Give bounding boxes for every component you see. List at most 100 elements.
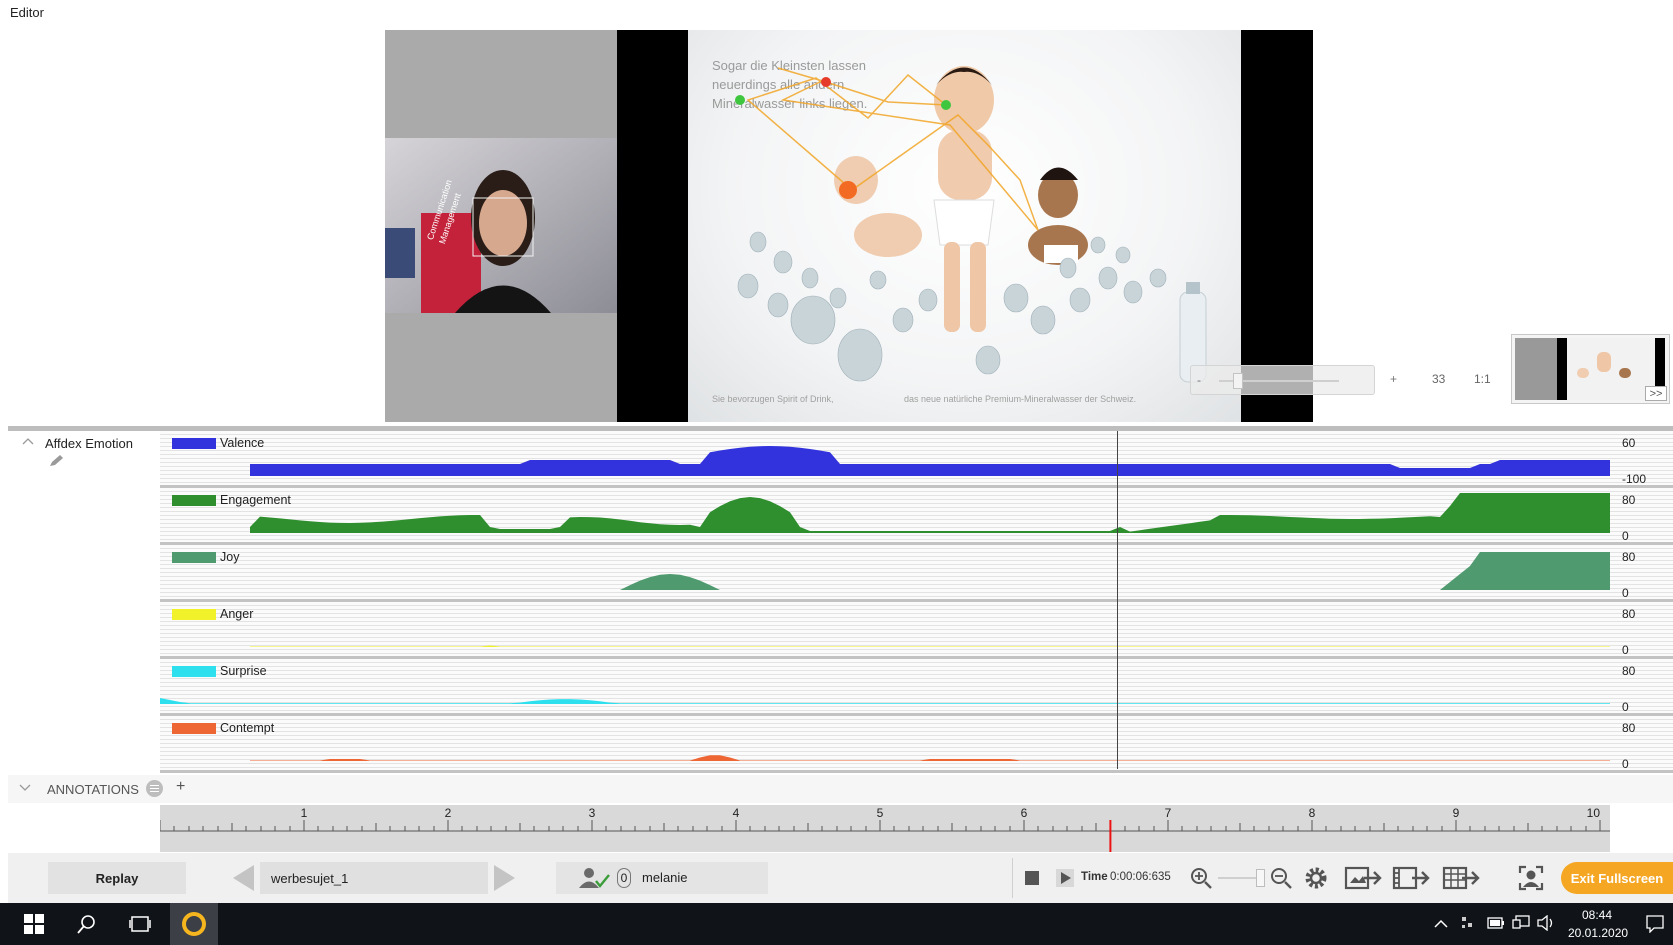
stop-icon[interactable] — [1024, 870, 1040, 886]
emotion-series-valence — [250, 446, 1610, 476]
emotion-axis-min: 0 — [1622, 757, 1629, 771]
legend-swatch — [172, 495, 216, 506]
ruler-label: 5 — [877, 806, 884, 820]
ruler-label: 3 — [589, 806, 596, 820]
battery-icon[interactable] — [1487, 917, 1505, 929]
zoom-in-button[interactable]: + — [1390, 372, 1397, 386]
emotion-row-engagement[interactable]: Engagement 80 0 — [160, 488, 1673, 545]
emotion-series-anger — [250, 645, 1610, 647]
legend-swatch — [172, 609, 216, 620]
emotion-axis-min: 0 — [1622, 700, 1629, 714]
emotion-area-valence — [250, 446, 1610, 476]
participant-count: 0 — [617, 868, 631, 888]
window-title: Editor — [10, 5, 44, 20]
zoom-out-button[interactable]: - — [1197, 373, 1201, 387]
emotion-label: Anger — [220, 607, 254, 621]
add-annotation-button[interactable]: + — [176, 778, 185, 796]
emotion-label: Contempt — [220, 721, 275, 735]
export-data-icon[interactable] — [1442, 864, 1480, 892]
expand-thumbnail-button[interactable]: >> — [1645, 386, 1667, 401]
emotion-row-surprise[interactable]: Surprise 80 0 — [160, 659, 1673, 716]
timeline-zoom-thumb[interactable] — [1256, 869, 1265, 887]
tray-network-app-icon[interactable] — [1460, 915, 1476, 931]
ruler-label: 9 — [1453, 806, 1460, 820]
emotion-area-anger — [250, 645, 1610, 647]
emotion-panel-title: Affdex Emotion — [45, 436, 133, 451]
previous-stimulus-icon[interactable] — [230, 863, 258, 893]
preview-thumbnail[interactable]: >> — [1511, 334, 1670, 404]
participant-name: melanie — [642, 870, 688, 885]
emotion-axis-max: 80 — [1622, 493, 1636, 507]
collapse-chevron-icon[interactable] — [22, 437, 34, 445]
export-image-icon[interactable] — [1344, 864, 1382, 892]
emotion-axis-max: 80 — [1622, 664, 1636, 678]
emotion-graph-area[interactable]: Valence 60 -100 Engagement 80 0 Joy 80 0 Anger 80 0… — [160, 431, 1673, 773]
task-view-icon[interactable] — [116, 903, 164, 945]
volume-icon[interactable] — [1537, 915, 1555, 931]
emotion-area-engagement — [250, 493, 1610, 533]
expand-chevron-icon[interactable] — [19, 784, 31, 792]
emotion-row-joy[interactable]: Joy 80 0 — [160, 545, 1673, 602]
face-tracking-icon[interactable] — [1516, 864, 1546, 892]
emotion-label: Engagement — [220, 493, 291, 507]
timeline-ruler[interactable]: 1 2 3 4 5 6 7 8 9 10 — [159, 805, 1610, 852]
stimulus-name-field[interactable]: werbesujet_1 — [260, 862, 488, 894]
pencil-icon[interactable] — [48, 454, 64, 468]
annotations-menu-icon[interactable] — [146, 780, 163, 797]
emotion-area-joy — [250, 552, 1610, 590]
emotion-axis-min: 0 — [1622, 586, 1629, 600]
ruler-label: 4 — [733, 806, 740, 820]
taskbar-clock[interactable]: 08:44 — [1582, 908, 1612, 922]
time-value: 0:00:06:635 — [1110, 871, 1171, 883]
emotion-row-valence[interactable]: Valence 60 -100 — [160, 431, 1673, 488]
emotion-axis-min: -100 — [1622, 472, 1647, 486]
legend-swatch — [172, 552, 216, 563]
zoom-out-icon[interactable] — [1270, 867, 1292, 889]
exit-fullscreen-button[interactable]: Exit Fullscreen — [1561, 862, 1673, 894]
playhead-line[interactable] — [1117, 431, 1118, 769]
zoom-strip: - — [1190, 365, 1375, 395]
zoom-value: 33 — [1432, 372, 1446, 386]
zoom-in-icon[interactable] — [1190, 867, 1212, 889]
participant-check-icon — [579, 868, 610, 888]
emotion-series-contempt — [250, 755, 1610, 761]
emotion-series-joy — [250, 552, 1610, 590]
emotion-area-contempt — [250, 755, 1610, 761]
search-icon[interactable] — [63, 903, 111, 945]
ruler-label: 6 — [1021, 806, 1028, 820]
zoom-ratio-button[interactable]: 1:1 — [1474, 372, 1491, 386]
webcam-video: Communication Management — [385, 138, 617, 313]
emotion-row-contempt[interactable]: Contempt 80 0 — [160, 716, 1673, 773]
emotion-label: Surprise — [220, 664, 267, 678]
legend-swatch — [172, 666, 216, 677]
zoom-slider-thumb[interactable] — [1233, 373, 1243, 389]
play-icon[interactable] — [1056, 869, 1074, 887]
replay-button[interactable]: Replay — [48, 862, 186, 894]
legend-swatch — [172, 438, 216, 449]
windows-taskbar: 08:44 20.01.2020 — [0, 903, 1673, 945]
network-icon[interactable] — [1512, 915, 1530, 931]
taskbar-date[interactable]: 20.01.2020 — [1568, 926, 1628, 940]
emotion-axis-max: 60 — [1622, 436, 1636, 450]
emotion-series-engagement — [250, 493, 1610, 533]
tray-chevron-up-icon[interactable] — [1434, 919, 1448, 928]
emotion-series-surprise — [160, 698, 1610, 704]
emotion-area-surprise — [160, 698, 1610, 704]
stimulus-footer-right: das neue natürliche Premium-Mineralwasse… — [904, 394, 1137, 404]
participant-selector[interactable]: 0 melanie — [556, 862, 768, 894]
notification-icon[interactable] — [1646, 915, 1664, 933]
windows-start-icon[interactable] — [10, 903, 58, 945]
next-stimulus-icon[interactable] — [490, 863, 518, 893]
emotion-label: Valence — [220, 436, 265, 450]
emotion-row-anger[interactable]: Anger 80 0 — [160, 602, 1673, 659]
emotion-axis-max: 80 — [1622, 550, 1636, 564]
ruler-label: 7 — [1165, 806, 1172, 820]
ruler-label: 10 — [1587, 806, 1601, 820]
settings-gear-icon[interactable] — [1301, 864, 1331, 892]
app-o-icon[interactable] — [170, 903, 218, 945]
emotion-axis-max: 80 — [1622, 721, 1636, 735]
export-video-icon[interactable] — [1392, 864, 1430, 892]
legend-swatch — [172, 723, 216, 734]
ruler-label: 8 — [1309, 806, 1316, 820]
ruler-label: 2 — [445, 806, 452, 820]
